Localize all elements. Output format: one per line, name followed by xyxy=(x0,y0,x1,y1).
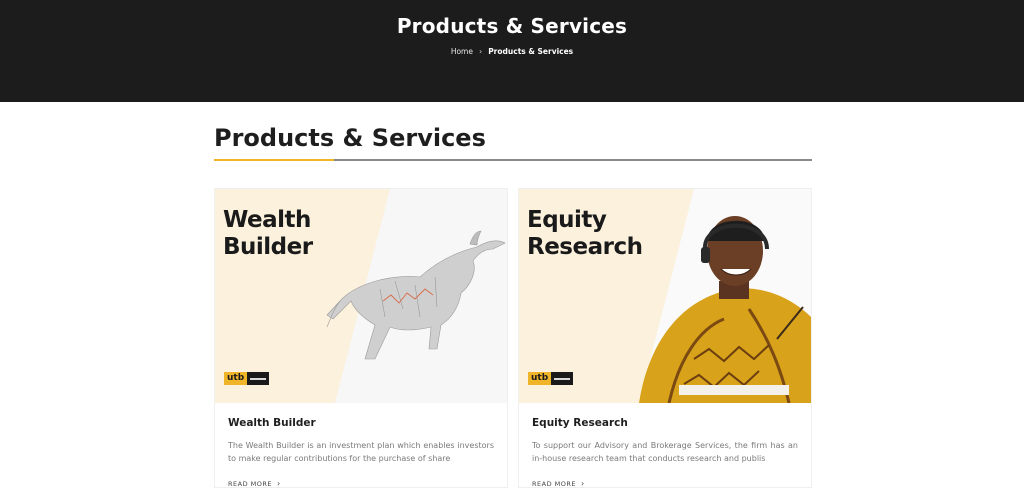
read-more-label: READ MORE xyxy=(228,479,272,488)
product-card-equity-research[interactable]: Equity Research utb Equity Research To s… xyxy=(518,188,812,488)
card-body: Equity Research To support our Advisory … xyxy=(519,403,811,488)
card-body: Wealth Builder The Wealth Builder is an … xyxy=(215,403,507,488)
card-image-heading-line1: Wealth xyxy=(223,207,311,233)
chevron-right-icon: › xyxy=(478,47,483,56)
card-description: The Wealth Builder is an investment plan… xyxy=(228,441,494,463)
brand-logo-mark: utb xyxy=(528,372,552,385)
card-image-heading-line2: Builder xyxy=(223,234,313,260)
card-image[interactable]: Wealth Builder utb xyxy=(215,189,507,403)
card-title[interactable]: Equity Research xyxy=(532,417,798,429)
breadcrumb-home-link[interactable]: Home xyxy=(451,47,473,56)
breadcrumb: Home › Products & Services xyxy=(0,47,1024,56)
card-image[interactable]: Equity Research utb xyxy=(519,189,811,403)
product-card-wealth-builder[interactable]: Wealth Builder utb Wealth Builder The We… xyxy=(214,188,508,488)
brand-logo: utb xyxy=(528,371,574,386)
card-image-heading-line1: Equity xyxy=(527,207,607,233)
card-image-heading: Wealth Builder xyxy=(223,207,313,261)
brand-logo-strip xyxy=(551,372,574,385)
read-more-label: READ MORE xyxy=(532,479,576,488)
section-divider-accent xyxy=(214,159,334,161)
page-hero: Products & Services Home › Products & Se… xyxy=(0,0,1024,102)
section-title: Products & Services xyxy=(214,124,486,152)
brand-logo: utb xyxy=(224,371,270,386)
card-image-heading-line2: Research xyxy=(527,234,643,260)
brand-logo-mark: utb xyxy=(224,372,248,385)
hero-title: Products & Services xyxy=(396,14,628,38)
card-image-heading: Equity Research xyxy=(527,207,643,261)
card-description: To support our Advisory and Brokerage Se… xyxy=(532,441,798,463)
breadcrumb-current: Products & Services xyxy=(488,47,574,56)
brand-logo-strip xyxy=(247,372,270,385)
section-divider xyxy=(214,159,812,161)
card-title[interactable]: Wealth Builder xyxy=(228,417,494,429)
